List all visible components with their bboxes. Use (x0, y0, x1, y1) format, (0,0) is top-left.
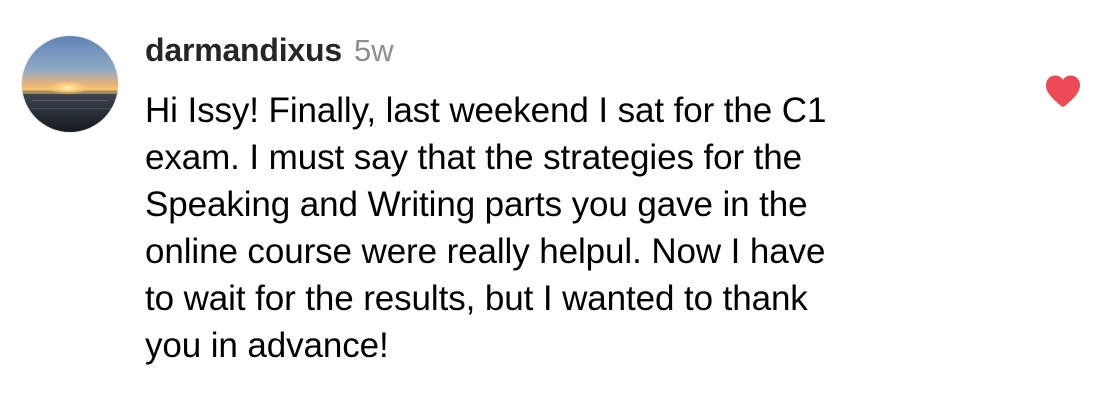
comment-header: darmandixus 5w (145, 32, 394, 76)
comment-text-line: you in advance! (145, 326, 389, 365)
avatar[interactable] (22, 36, 118, 132)
comment-text-line: Hi Issy! Finally, last weekend I sat for… (145, 91, 827, 130)
comment-text-line: online course were really helpul. Now I … (145, 232, 826, 271)
like-button[interactable] (1044, 74, 1082, 108)
timestamp: 5w (353, 33, 394, 68)
comment-text-line: exam. I must say that the strategies for… (145, 138, 803, 177)
username-link[interactable]: darmandixus (145, 32, 342, 69)
comment-item: darmandixus 5w Hi Issy! Finally, last we… (0, 0, 1118, 402)
sunset-avatar-icon (22, 36, 118, 132)
comment-text: Hi Issy! Finally, last weekend I sat for… (145, 87, 1015, 369)
comment-text-line: Speaking and Writing parts you gave in t… (145, 185, 808, 224)
heart-filled-icon (1046, 75, 1080, 107)
comment-text-line: to wait for the results, but I wanted to… (145, 279, 808, 318)
